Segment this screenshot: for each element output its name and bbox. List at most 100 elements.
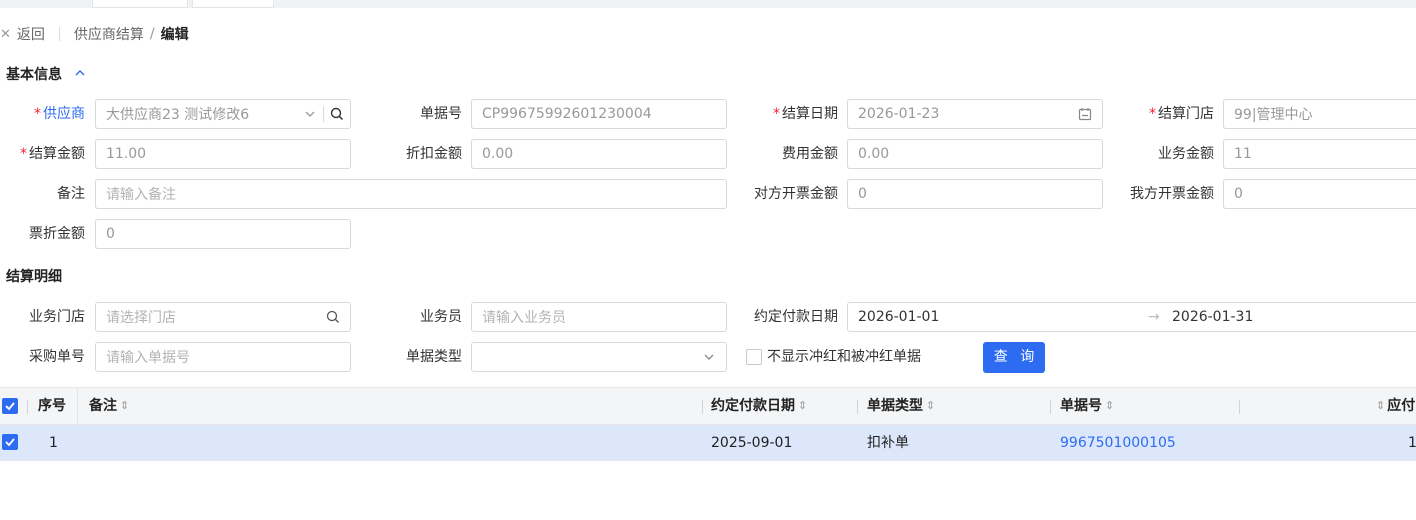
settle-date-label: * 结算日期 [773, 106, 838, 122]
settle-store-field[interactable]: 99|管理中心 [1223, 99, 1416, 129]
salesman-filter-input[interactable]: 请输入业务员 [471, 302, 727, 332]
tab-stub[interactable] [92, 0, 188, 8]
column-divider [857, 400, 858, 414]
business-amount-input[interactable]: 11 [1223, 139, 1416, 169]
pay-date-start[interactable]: 2026-01-01 [858, 309, 1148, 325]
chevron-down-icon[interactable] [702, 350, 716, 364]
settle-date-value: 2026-01-23 [858, 106, 940, 122]
store-filter-label: 业务门店 [29, 309, 85, 325]
table-row[interactable]: 1 2025-09-01 扣补单 9967501000105 1 [0, 425, 1416, 461]
column-seq: 序号 [38, 398, 66, 414]
supplier-select[interactable]: 大供应商23 测试修改6 [95, 99, 351, 129]
cell-seq: 1 [49, 435, 58, 451]
salesman-filter-label: 业务员 [420, 309, 462, 325]
column-divider [1239, 400, 1240, 414]
discount-amount-label: 折扣金额 [406, 146, 462, 162]
fee-amount-value: 0.00 [858, 146, 890, 162]
pay-date-filter-label: 约定付款日期 [754, 309, 838, 325]
column-pay-date[interactable]: 约定付款日期 ⇕ [711, 388, 807, 424]
back-link[interactable]: 返回 [17, 24, 45, 44]
settle-date-picker[interactable]: 2026-01-23 [847, 99, 1103, 129]
input-divider [323, 106, 324, 122]
fee-amount-label: 费用金额 [782, 146, 838, 162]
ticket-discount-value: 0 [106, 226, 115, 242]
column-divider [702, 400, 703, 414]
remark-placeholder: 请输入备注 [106, 187, 176, 203]
calendar-icon[interactable] [1078, 107, 1092, 121]
supplier-label: * 供应商 [34, 106, 85, 122]
close-icon[interactable]: ✕ [0, 27, 11, 42]
sort-icon[interactable]: ⇕ [798, 388, 807, 424]
chevron-up-icon[interactable] [74, 67, 86, 82]
table-header: 序号 备注 ⇕ 约定付款日期 ⇕ 单据类型 ⇕ 单据号 ⇕ ⇕ 应付 [0, 387, 1416, 425]
sort-icon[interactable]: ⇕ [1376, 388, 1385, 424]
remark-input[interactable]: 请输入备注 [95, 179, 727, 209]
cell-payable: 1 [1408, 435, 1416, 451]
business-amount-label: 业务金额 [1158, 146, 1214, 162]
sort-icon[interactable]: ⇕ [120, 388, 129, 424]
ticket-discount-input[interactable]: 0 [95, 219, 351, 249]
doc-no-label: 单据号 [420, 106, 462, 122]
other-invoice-amount-value: 0 [858, 186, 867, 202]
discount-amount-input[interactable]: 0.00 [471, 139, 727, 169]
search-icon[interactable] [326, 310, 340, 324]
settle-store-label: * 结算门店 [1149, 106, 1214, 122]
sort-icon[interactable]: ⇕ [926, 388, 935, 424]
other-invoice-amount-label: 对方开票金额 [754, 186, 838, 202]
store-filter-input[interactable]: 请选择门店 [95, 302, 351, 332]
section-basic-info[interactable]: 基本信息 [6, 64, 86, 84]
doc-type-filter-label: 单据类型 [406, 349, 462, 365]
store-filter-placeholder: 请选择门店 [106, 310, 176, 326]
column-remark[interactable]: 备注 ⇕ [89, 388, 129, 424]
our-invoice-amount-label: 我方开票金额 [1130, 186, 1214, 202]
remark-label: 备注 [57, 186, 85, 202]
fee-amount-input[interactable]: 0.00 [847, 139, 1103, 169]
doc-no-field: CP99675992601230004 [471, 99, 727, 129]
search-icon[interactable] [330, 107, 344, 121]
doc-no-value: CP99675992601230004 [482, 106, 652, 122]
chevron-down-icon[interactable] [303, 107, 317, 121]
other-invoice-amount-input[interactable]: 0 [847, 179, 1103, 209]
cell-pay-date: 2025-09-01 [711, 435, 793, 451]
sort-icon[interactable]: ⇕ [1105, 388, 1114, 424]
tab-stub[interactable] [192, 0, 274, 8]
column-divider [27, 400, 28, 414]
salesman-filter-placeholder: 请输入业务员 [482, 310, 566, 326]
breadcrumb: ✕ 返回 供应商结算 / 编辑 [0, 24, 189, 44]
supplier-value: 大供应商23 测试修改6 [106, 107, 250, 123]
column-payable[interactable]: ⇕ 应付 [1376, 388, 1415, 424]
hide-red-checkbox[interactable] [746, 349, 762, 365]
breadcrumb-slash: / [149, 26, 155, 42]
settle-amount-label: * 结算金额 [20, 146, 85, 162]
top-tab-strip [0, 0, 1416, 8]
settle-amount-input[interactable]: 11.00 [95, 139, 351, 169]
section-settle-detail: 结算明细 [6, 266, 62, 286]
section-title: 结算明细 [6, 269, 62, 285]
settle-store-value: 99|管理中心 [1234, 107, 1313, 123]
pay-date-range-picker[interactable]: 2026-01-01 → 2026-01-31 [847, 302, 1416, 332]
our-invoice-amount-input[interactable]: 0 [1223, 179, 1416, 209]
column-doc-no[interactable]: 单据号 ⇕ [1060, 388, 1114, 424]
section-title: 基本信息 [6, 67, 62, 83]
column-divider [77, 388, 78, 424]
breadcrumb-parent[interactable]: 供应商结算 [74, 24, 144, 44]
row-checkbox[interactable] [2, 434, 18, 450]
purchase-no-filter-input[interactable]: 请输入单据号 [95, 342, 351, 372]
cell-doc-no-link[interactable]: 9967501000105 [1060, 425, 1176, 461]
purchase-no-filter-label: 采购单号 [29, 349, 85, 365]
settle-amount-value: 11.00 [106, 146, 147, 162]
cell-doc-type: 扣补单 [867, 435, 909, 451]
breadcrumb-current: 编辑 [160, 27, 189, 43]
discount-amount-value: 0.00 [482, 146, 514, 162]
column-doc-type[interactable]: 单据类型 ⇕ [867, 388, 935, 424]
select-all-checkbox[interactable] [2, 398, 18, 414]
hide-red-label[interactable]: 不显示冲红和被冲红单据 [767, 342, 921, 372]
business-amount-value: 11 [1234, 146, 1252, 162]
ticket-discount-label: 票折金额 [29, 226, 85, 242]
our-invoice-amount-value: 0 [1234, 186, 1243, 202]
breadcrumb-divider [58, 27, 60, 41]
query-button[interactable]: 查 询 [983, 342, 1045, 373]
purchase-no-filter-placeholder: 请输入单据号 [106, 350, 190, 366]
pay-date-end[interactable]: 2026-01-31 [1172, 309, 1253, 325]
doc-type-select[interactable] [471, 342, 727, 372]
